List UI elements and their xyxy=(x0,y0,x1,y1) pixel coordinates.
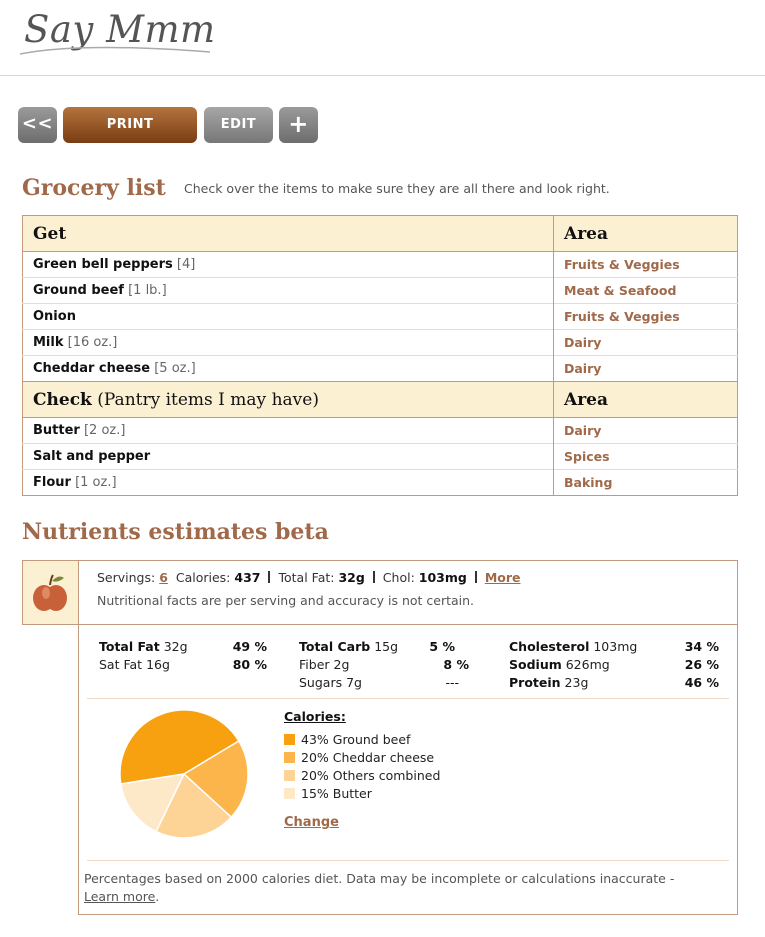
sat-fat-pct: 80 % xyxy=(232,657,267,672)
nutrition-detail: Total Fat 32g 49 % Sat Fat 16g 80 % Tota… xyxy=(78,624,738,915)
divider xyxy=(87,860,729,861)
item-area[interactable]: Spices xyxy=(553,443,738,470)
legend-swatch xyxy=(284,734,295,745)
sodium-row: Sodium 626mg xyxy=(509,657,610,672)
table-row: Green bell peppers [4] Fruits & Veggies xyxy=(22,251,738,278)
learn-more-link[interactable]: Learn more xyxy=(84,889,155,904)
apple-cell xyxy=(23,561,79,624)
legend-swatch xyxy=(284,788,295,799)
item-qty: [5 oz.] xyxy=(154,361,196,376)
table-row: Ground beef [1 lb.] Meat & Seafood xyxy=(22,277,738,304)
total-fat-row: Total Fat 32g xyxy=(99,639,188,654)
total-fat-pct: 49 % xyxy=(232,639,267,654)
item-name: Butter xyxy=(33,423,80,438)
item-area[interactable]: Dairy xyxy=(553,355,738,382)
legend-item: 43% Ground beef xyxy=(284,732,410,747)
grocery-table: Get Area Green bell peppers [4] Fruits &… xyxy=(22,215,738,496)
edit-button[interactable]: EDIT xyxy=(204,107,273,143)
fiber-pct: 8 % xyxy=(443,657,469,672)
grocery-subtitle: Check over the items to make sure they a… xyxy=(184,181,610,196)
sodium-pct: 26 % xyxy=(684,657,719,672)
footnote: Percentages based on 2000 calories diet.… xyxy=(84,871,675,904)
grocery-title: Grocery list xyxy=(22,175,166,201)
logo-swoosh-icon xyxy=(20,46,211,55)
item-name: Salt and pepper xyxy=(33,449,151,464)
item-qty: [16 oz.] xyxy=(67,335,118,350)
fiber-row: Fiber 2g xyxy=(299,657,350,672)
site-logo[interactable]: Say Mmm xyxy=(20,2,220,70)
item-name: Green bell peppers xyxy=(33,257,173,272)
calories-legend-title: Calories: xyxy=(284,709,346,724)
item-qty: [2 oz.] xyxy=(83,423,126,438)
item-name: Cheddar cheese xyxy=(33,361,151,376)
legend-item: 20% Cheddar cheese xyxy=(284,750,434,765)
nutrients-title: Nutrients estimates beta xyxy=(22,519,329,545)
item-qty: [1 lb.] xyxy=(128,283,167,298)
check-header: Check (Pantry items I may have) xyxy=(22,381,554,418)
sugars-row: Sugars 7g xyxy=(299,675,362,690)
nutrition-disclaimer: Nutritional facts are per serving and ac… xyxy=(97,593,475,608)
area-header: Area xyxy=(553,215,738,252)
apple-icon xyxy=(33,574,67,611)
item-area[interactable]: Baking xyxy=(553,469,738,496)
more-link[interactable]: More xyxy=(485,570,521,585)
table-row: Butter [2 oz.] Dairy xyxy=(22,417,738,444)
calories-pie-chart xyxy=(119,709,249,839)
legend-swatch xyxy=(284,752,295,763)
nutrition-summary-line: Servings: 6 Calories: 437 Total Fat: 32g C… xyxy=(97,570,521,585)
protein-row: Protein 23g xyxy=(509,675,589,690)
item-area[interactable]: Fruits & Veggies xyxy=(553,303,738,330)
legend-item: 15% Butter xyxy=(284,786,372,801)
item-area[interactable]: Fruits & Veggies xyxy=(553,251,738,278)
item-name: Milk xyxy=(33,335,64,350)
back-button[interactable]: << xyxy=(18,107,57,143)
add-button[interactable]: + xyxy=(279,107,318,143)
item-name: Flour xyxy=(33,475,71,490)
item-area[interactable]: Meat & Seafood xyxy=(553,277,738,304)
divider xyxy=(87,698,729,699)
total-carb-pct: 5 % xyxy=(429,639,455,654)
item-qty: [4] xyxy=(176,257,196,272)
table-row: Onion Fruits & Veggies xyxy=(22,303,738,330)
servings-link[interactable]: 6 xyxy=(159,570,168,585)
print-button[interactable]: PRINT xyxy=(63,107,197,143)
check-header-row: Check (Pantry items I may have) Area xyxy=(22,381,738,418)
sugars-pct: --- xyxy=(445,675,459,690)
total-carb-row: Total Carb 15g xyxy=(299,639,399,654)
sat-fat-row: Sat Fat 16g xyxy=(99,657,170,672)
table-row: Cheddar cheese [5 oz.] Dairy xyxy=(22,355,738,382)
site-header: Say Mmm xyxy=(0,0,765,76)
protein-pct: 46 % xyxy=(684,675,719,690)
cholesterol-row: Cholesterol 103mg xyxy=(509,639,638,654)
item-qty: [1 oz.] xyxy=(75,475,117,490)
change-link[interactable]: Change xyxy=(284,815,339,830)
legend-swatch xyxy=(284,770,295,781)
get-header-row: Get Area xyxy=(22,215,738,252)
legend-item: 20% Others combined xyxy=(284,768,440,783)
item-area[interactable]: Dairy xyxy=(553,329,738,356)
table-row: Salt and pepper Spices xyxy=(22,443,738,470)
item-name: Onion xyxy=(33,309,76,324)
get-header: Get xyxy=(22,215,554,252)
item-name: Ground beef xyxy=(33,283,124,298)
check-area-header: Area xyxy=(553,381,738,418)
nutrition-summary: Servings: 6 Calories: 437 Total Fat: 32g C… xyxy=(22,560,738,625)
cholesterol-pct: 34 % xyxy=(684,639,719,654)
table-row: Milk [16 oz.] Dairy xyxy=(22,329,738,356)
item-area[interactable]: Dairy xyxy=(553,417,738,444)
table-row: Flour [1 oz.] Baking xyxy=(22,469,738,496)
